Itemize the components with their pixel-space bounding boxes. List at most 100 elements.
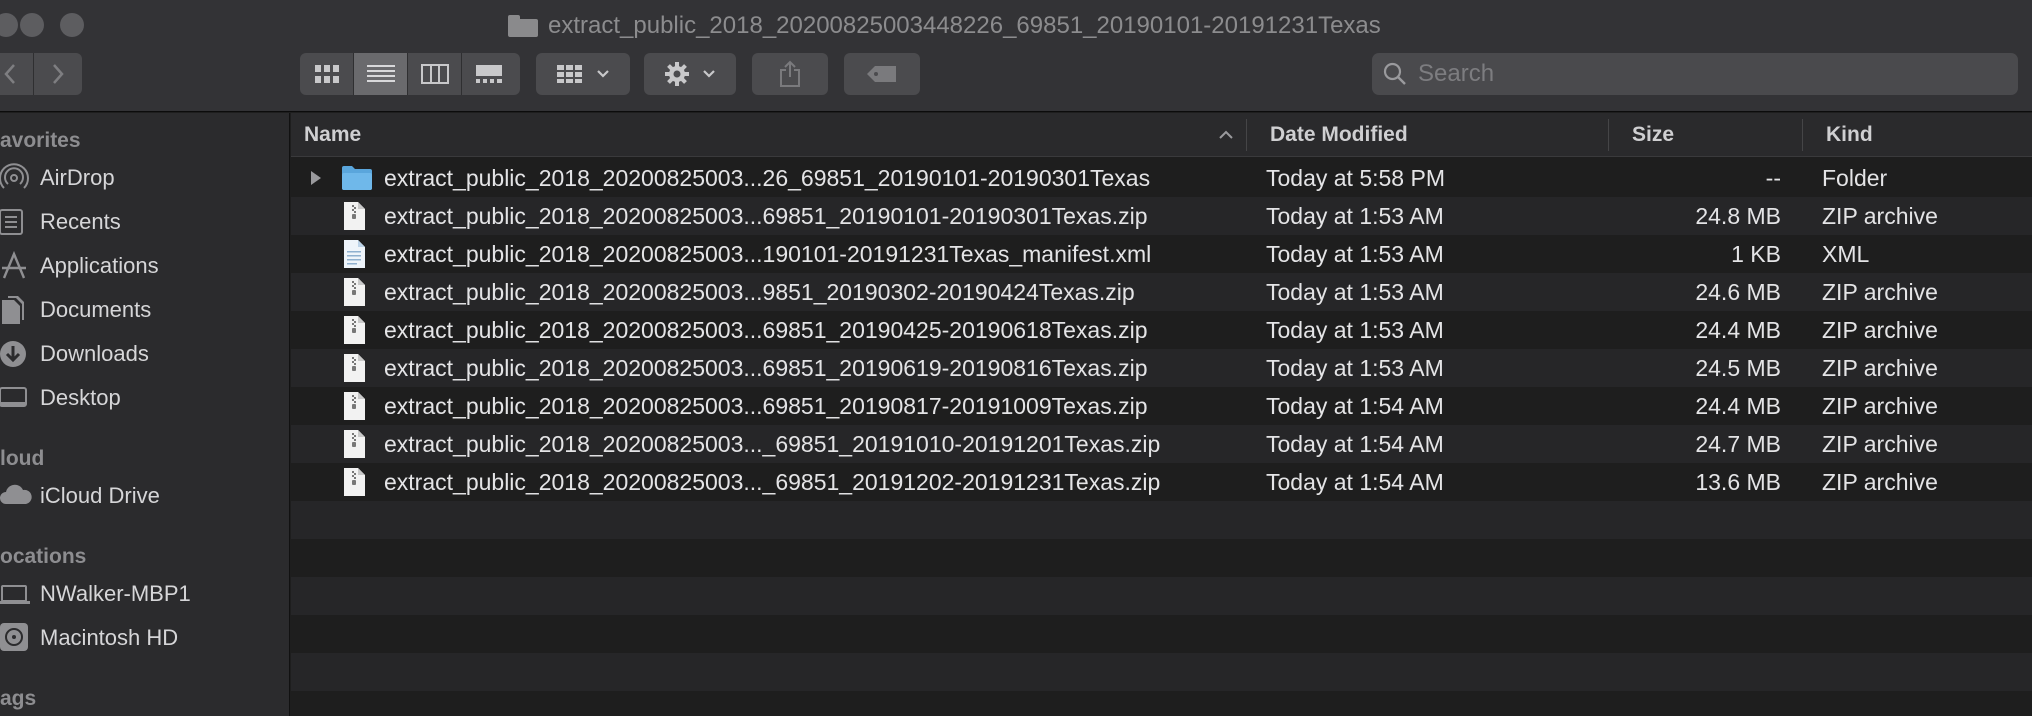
file-date: Today at 1:53 AM (1266, 278, 1444, 305)
file-date: Today at 1:53 AM (1266, 240, 1444, 267)
file-date: Today at 5:58 PM (1266, 164, 1445, 191)
close-window-button[interactable] (0, 13, 18, 37)
file-size: 13.6 MB (1695, 468, 1781, 495)
sidebar-item-label: Desktop (40, 385, 121, 410)
zip-file-icon (341, 349, 367, 387)
zip-file-icon (341, 197, 367, 235)
column-view-button[interactable] (408, 53, 462, 95)
sidebar-item-applications[interactable]: Applications (0, 248, 288, 284)
table-row[interactable]: extract_public_2018_20200825003...69851_… (291, 349, 2032, 387)
minimize-window-button[interactable] (20, 13, 44, 37)
file-name: extract_public_2018_20200825003..._69851… (384, 468, 1161, 495)
column-header-bar: Name Date Modified Size Kind (291, 113, 2032, 157)
share-button[interactable] (752, 53, 828, 95)
sidebar-item-downloads[interactable]: Downloads (0, 336, 288, 372)
file-size: 24.5 MB (1695, 354, 1781, 381)
file-size: 24.7 MB (1695, 430, 1781, 457)
column-header-name[interactable]: Name (304, 113, 1252, 157)
sidebar-item-label: Recents (40, 209, 121, 234)
table-row[interactable]: extract_public_2018_20200825003..._69851… (291, 425, 2032, 463)
empty-row (291, 501, 2032, 539)
list-view-button[interactable] (354, 53, 408, 95)
sidebar-item-nwalker-mbp1[interactable]: NWalker-MBP1 (0, 576, 288, 612)
column-header-size-label: Size (1632, 123, 1675, 146)
sidebar-item-label: Applications (40, 253, 159, 278)
column-separator[interactable] (1802, 119, 1803, 151)
disclosure-triangle[interactable] (309, 159, 323, 197)
file-kind: ZIP archive (1822, 468, 1938, 495)
search-input[interactable] (1418, 60, 1978, 88)
file-date: Today at 1:54 AM (1266, 430, 1444, 457)
window-title: extract_public_2018_20200825003448226_69… (508, 10, 1381, 42)
sidebar-item-airdrop[interactable]: AirDrop (0, 160, 288, 196)
file-kind: ZIP archive (1822, 202, 1938, 229)
zoom-window-button[interactable] (60, 13, 84, 37)
recents-icon (0, 204, 40, 240)
tag-button[interactable] (844, 53, 920, 95)
column-header-kind-label: Kind (1826, 123, 1873, 146)
sidebar-item-label: Documents (40, 297, 152, 322)
laptop-icon (0, 576, 40, 612)
column-header-name-label: Name (304, 123, 362, 146)
table-row[interactable]: extract_public_2018_20200825003...190101… (291, 235, 2032, 273)
search-icon (1383, 62, 1406, 85)
file-kind: ZIP archive (1822, 278, 1938, 305)
file-kind: ZIP archive (1822, 430, 1938, 457)
sidebar-header-icloud: loud (0, 447, 45, 470)
file-name: extract_public_2018_20200825003...190101… (384, 240, 1152, 267)
table-row[interactable]: extract_public_2018_20200825003...9851_2… (291, 273, 2032, 311)
column-header-date[interactable]: Date Modified (1270, 113, 1570, 157)
window-toolbar: extract_public_2018_20200825003448226_69… (0, 0, 2032, 112)
file-date: Today at 1:54 AM (1266, 468, 1444, 495)
file-name: extract_public_2018_20200825003...9851_2… (384, 278, 1135, 305)
table-row[interactable]: extract_public_2018_20200825003...69851_… (291, 197, 2032, 235)
columns-icon (420, 64, 449, 84)
zip-file-icon (341, 387, 367, 425)
file-date: Today at 1:54 AM (1266, 392, 1444, 419)
table-row[interactable]: extract_public_2018_20200825003...69851_… (291, 311, 2032, 349)
search-field[interactable] (1372, 53, 2018, 95)
sidebar-item-label: iCloud Drive (40, 483, 160, 508)
triangle-right-icon (311, 171, 321, 185)
column-header-kind[interactable]: Kind (1826, 113, 2026, 157)
documents-icon (0, 292, 40, 328)
file-kind: ZIP archive (1822, 354, 1938, 381)
window-title-text: extract_public_2018_20200825003448226_69… (548, 12, 1381, 39)
action-menu-button[interactable] (644, 53, 736, 95)
file-kind: XML (1822, 240, 1870, 267)
sidebar-item-recents[interactable]: Recents (0, 204, 288, 240)
back-button[interactable] (0, 53, 34, 95)
sidebar-item-documents[interactable]: Documents (0, 292, 288, 328)
file-kind: ZIP archive (1822, 316, 1938, 343)
nav-buttons (0, 53, 82, 95)
table-row[interactable]: extract_public_2018_20200825003...69851_… (291, 387, 2032, 425)
list-icon (366, 65, 395, 82)
gallery-view-button[interactable] (462, 53, 516, 95)
sidebar-item-desktop[interactable]: Desktop (0, 380, 288, 416)
sidebar-item-macintosh-hd[interactable]: Macintosh HD (0, 620, 288, 656)
sidebar-item-icloud-drive[interactable]: iCloud Drive (0, 478, 288, 514)
file-size: -- (1765, 164, 1781, 191)
file-size: 24.4 MB (1695, 392, 1781, 419)
file-name: extract_public_2018_20200825003...26_698… (384, 164, 1151, 191)
table-row[interactable]: extract_public_2018_20200825003...26_698… (291, 159, 2032, 197)
disk-icon (0, 620, 40, 656)
table-row[interactable]: extract_public_2018_20200825003..._69851… (291, 463, 2032, 501)
column-separator[interactable] (1608, 119, 1609, 151)
xml-file-icon (341, 235, 367, 273)
file-name: extract_public_2018_20200825003...69851_… (384, 392, 1148, 419)
empty-row (291, 691, 2032, 716)
column-header-size[interactable]: Size (1632, 113, 1782, 157)
zip-file-icon (341, 425, 367, 463)
file-rows: extract_public_2018_20200825003...26_698… (291, 159, 2032, 716)
view-mode-control (300, 53, 520, 95)
column-separator[interactable] (1246, 119, 1247, 151)
forward-button[interactable] (34, 53, 82, 95)
sort-ascending-icon (1219, 130, 1233, 139)
icon-view-button[interactable] (300, 53, 354, 95)
column-header-date-label: Date Modified (1270, 123, 1408, 146)
file-size: 24.4 MB (1695, 316, 1781, 343)
file-size: 1 KB (1731, 240, 1781, 267)
group-by-button[interactable] (536, 53, 630, 95)
file-name: extract_public_2018_20200825003..._69851… (384, 430, 1161, 457)
